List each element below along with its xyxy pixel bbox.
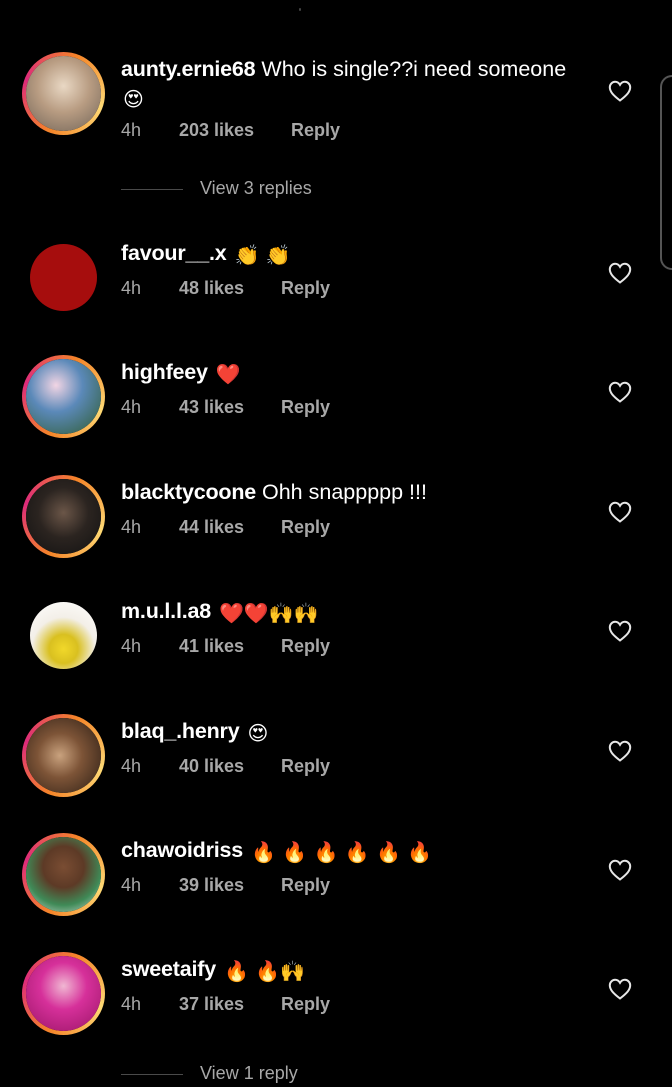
avatar-story-ring[interactable]	[22, 714, 105, 797]
reply-button[interactable]: Reply	[281, 278, 330, 299]
top-indicator	[0, 8, 672, 18]
reply-button[interactable]: Reply	[281, 517, 330, 538]
comment-username[interactable]: sweetaify	[121, 957, 216, 981]
avatar-story-ring[interactable]	[22, 833, 105, 916]
avatar-story-ring[interactable]	[22, 594, 105, 677]
avatar-story-ring[interactable]	[22, 52, 105, 135]
comment-row: blacktycoone Ohh snappppp !!! 4h 44 like…	[0, 475, 672, 558]
comment-text: Who is single??i need someone	[261, 57, 567, 81]
comment-likes[interactable]: 48 likes	[179, 278, 244, 299]
divider-line	[121, 1074, 183, 1075]
reply-button[interactable]: Reply	[281, 636, 330, 657]
comment-time: 4h	[121, 397, 142, 417]
heart-outline-icon[interactable]	[608, 978, 632, 1000]
heart-outline-icon[interactable]	[608, 620, 632, 642]
comment-username[interactable]: highfeey	[121, 360, 208, 384]
comment-likes[interactable]: 39 likes	[179, 875, 244, 896]
avatar[interactable]	[26, 359, 101, 434]
comment-emoji: 🔥 🔥🙌	[224, 959, 306, 983]
comment-row: m.u.l.l.a8 ❤️❤️🙌🙌 4h 41 likes Reply	[0, 594, 672, 677]
comment-likes[interactable]: 203 likes	[179, 120, 254, 141]
comment-username[interactable]: blaq_.henry	[121, 719, 240, 743]
comment-row: highfeey ❤️ 4h 43 likes Reply	[0, 355, 672, 438]
avatar-story-ring[interactable]	[22, 236, 105, 319]
comment-emoji: 😍	[123, 87, 144, 111]
divider-line	[121, 189, 183, 190]
comment-likes[interactable]: 37 likes	[179, 994, 244, 1015]
heart-outline-icon[interactable]	[608, 501, 632, 523]
comment-time: 4h	[121, 517, 142, 537]
comment-time: 4h	[121, 756, 142, 776]
comment-likes[interactable]: 44 likes	[179, 517, 244, 538]
view-replies-label[interactable]: View 1 reply	[200, 1063, 298, 1084]
comment-emoji: ❤️❤️🙌🙌	[219, 601, 319, 625]
avatar-story-ring[interactable]	[22, 952, 105, 1035]
comment-row: blaq_.henry 😍 4h 40 likes Reply	[0, 714, 672, 797]
comment-username[interactable]: favour__.x	[121, 241, 227, 265]
heart-outline-icon[interactable]	[608, 262, 632, 284]
comment-username[interactable]: blacktycoone	[121, 480, 256, 504]
comment-likes[interactable]: 40 likes	[179, 756, 244, 777]
avatar[interactable]	[30, 602, 97, 669]
view-replies-label[interactable]: View 3 replies	[200, 178, 312, 199]
heart-outline-icon[interactable]	[608, 80, 632, 102]
comment-time: 4h	[121, 120, 142, 140]
avatar[interactable]	[26, 479, 101, 554]
heart-outline-icon[interactable]	[608, 381, 632, 403]
heart-outline-icon[interactable]	[608, 740, 632, 762]
avatar-story-ring[interactable]	[22, 355, 105, 438]
comment-time: 4h	[121, 278, 142, 298]
avatar[interactable]	[26, 56, 101, 131]
avatar[interactable]	[26, 837, 101, 912]
comment-emoji: 🔥 🔥 🔥 🔥 🔥 🔥	[251, 840, 433, 864]
comment-row: sweetaify 🔥 🔥🙌 4h 37 likes Reply	[0, 952, 672, 1035]
comment-username[interactable]: aunty.ernie68	[121, 57, 256, 81]
comment-time: 4h	[121, 636, 142, 656]
comment-row: aunty.ernie68 Who is single??i need some…	[0, 52, 672, 152]
reply-button[interactable]: Reply	[281, 994, 330, 1015]
comment-time: 4h	[121, 875, 142, 895]
comment-emoji: ❤️	[215, 362, 241, 386]
comment-emoji: 👏 👏	[234, 243, 291, 267]
avatar[interactable]	[30, 244, 97, 311]
heart-outline-icon[interactable]	[608, 859, 632, 881]
reply-button[interactable]: Reply	[281, 397, 330, 418]
avatar[interactable]	[26, 956, 101, 1031]
comment-likes[interactable]: 43 likes	[179, 397, 244, 418]
comment-emoji: 😍	[247, 721, 269, 745]
comment-username[interactable]: m.u.l.l.a8	[121, 599, 211, 623]
comment-username[interactable]: chawoidriss	[121, 838, 243, 862]
comment-time: 4h	[121, 994, 142, 1014]
comment-row: favour__.x 👏 👏 4h 48 likes Reply	[0, 236, 672, 319]
reply-button[interactable]: Reply	[281, 756, 330, 777]
comment-text: Ohh snappppp !!!	[262, 480, 427, 504]
avatar[interactable]	[26, 718, 101, 793]
reply-button[interactable]: Reply	[291, 120, 340, 141]
comment-likes[interactable]: 41 likes	[179, 636, 244, 657]
reply-button[interactable]: Reply	[281, 875, 330, 896]
comment-row: chawoidriss 🔥 🔥 🔥 🔥 🔥 🔥 4h 39 likes Repl…	[0, 833, 672, 916]
avatar-story-ring[interactable]	[22, 475, 105, 558]
